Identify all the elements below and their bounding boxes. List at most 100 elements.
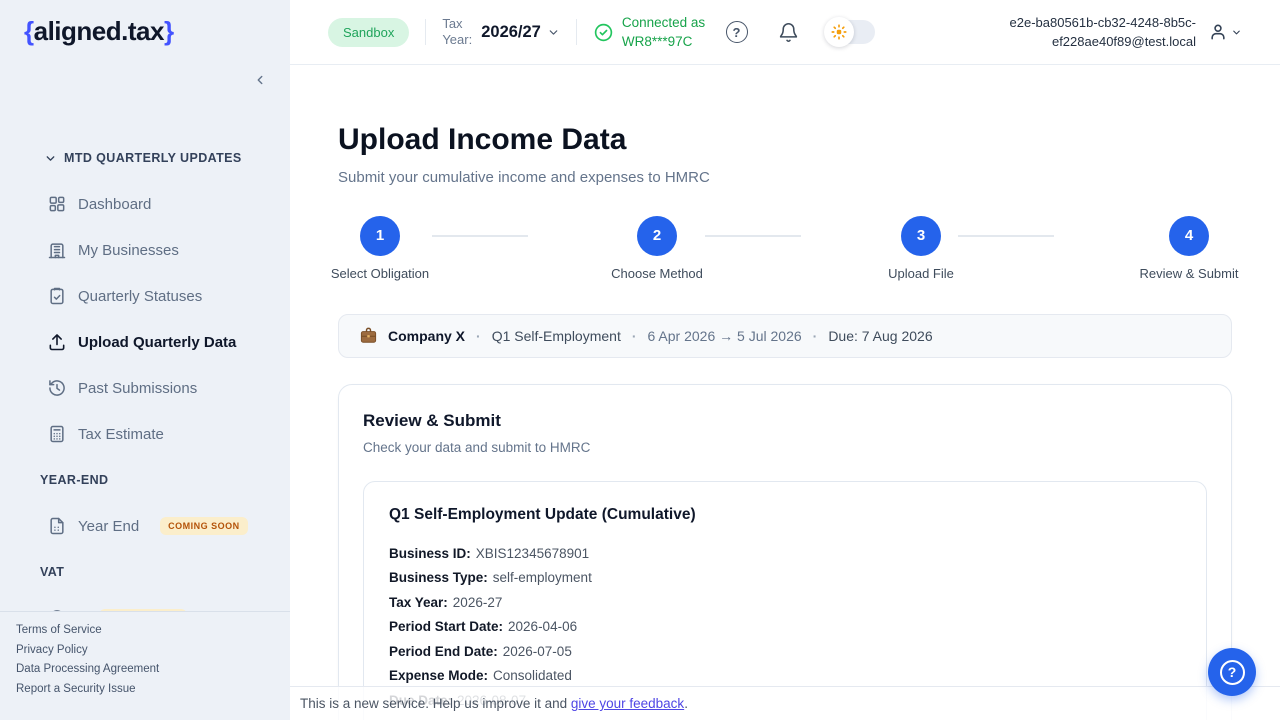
chevron-down-icon [547, 26, 560, 39]
feedback-banner: This is a new service. Help us improve i… [290, 686, 1280, 720]
give-feedback-link[interactable]: give your feedback [571, 696, 684, 711]
sidebar-item-dashboard[interactable]: Dashboard [0, 181, 290, 227]
separator-dot: · [632, 328, 637, 344]
help-button[interactable]: ? [726, 21, 748, 43]
chevron-down-icon [44, 152, 57, 165]
obligation-company-name: Company X [388, 328, 465, 344]
logo-text: aligned.tax [34, 16, 164, 46]
step-connector [432, 235, 528, 237]
summary-field-business-id: Business ID:XBIS12345678901 [389, 542, 1181, 567]
profile-menu-button[interactable] [1208, 22, 1242, 42]
history-icon [47, 378, 67, 398]
obligation-due-date: Due: 7 Aug 2026 [828, 328, 932, 344]
step-2-label: Choose Method [611, 266, 703, 281]
logo-open-brace: { [24, 16, 34, 46]
nav-section-mtd-quarterly-updates[interactable]: MTD QUARTERLY UPDATES [0, 135, 290, 181]
step-connector [705, 235, 801, 237]
upload-icon [47, 332, 67, 352]
separator-dot: · [813, 328, 818, 344]
chevron-left-icon [253, 73, 267, 87]
nav-section-vat: VAT [0, 549, 290, 595]
step-4-circle: 4 [1169, 216, 1209, 256]
summary-field-period-start: Period Start Date:2026-04-06 [389, 615, 1181, 640]
review-submit-card: Review & Submit Check your data and subm… [338, 384, 1232, 720]
account-email: e2e-ba80561b-cb32-4248-8b5c- ef228ae40f8… [1010, 13, 1196, 51]
footer-link-privacy-policy[interactable]: Privacy Policy [16, 641, 274, 661]
summary-field-tax-year: Tax Year:2026-27 [389, 591, 1181, 616]
footer-link-terms-of-service[interactable]: Terms of Service [16, 621, 274, 641]
notifications-button[interactable] [778, 22, 799, 43]
tax-year-value: 2026/27 [481, 23, 541, 42]
nav-section-label: YEAR-END [40, 473, 108, 487]
question-mark-icon: ? [1220, 660, 1245, 685]
sidebar-item-upload-quarterly-data[interactable]: Upload Quarterly Data [0, 319, 290, 365]
obligation-period: 6 Apr 2026 → 5 Jul 2026 [648, 328, 802, 344]
user-icon [1208, 22, 1228, 42]
tax-year-label: Tax Year: [442, 16, 472, 48]
sidebar-footer: Terms of Service Privacy Policy Data Pro… [0, 611, 290, 720]
review-card-subtitle: Check your data and submit to HMRC [363, 440, 1207, 455]
connected-status: Connected as WR8***97C [593, 13, 705, 51]
brand-logo[interactable]: {aligned.tax} [24, 16, 174, 47]
step-1-circle: 1 [360, 216, 400, 256]
step-3-label: Upload File [888, 266, 954, 281]
header-divider [576, 19, 577, 45]
sidebar-item-year-end[interactable]: Year End COMING SOON [0, 503, 290, 549]
sidebar-item-label: My Businesses [78, 242, 179, 259]
sidebar-item-past-submissions[interactable]: Past Submissions [0, 365, 290, 411]
main-content: Upload Income Data Submit your cumulativ… [290, 65, 1280, 720]
obligation-type: Q1 Self-Employment [492, 328, 621, 344]
page-subtitle: Submit your cumulative income and expens… [338, 169, 1232, 186]
sidebar-item-tax-estimate[interactable]: Tax Estimate [0, 411, 290, 457]
review-card-title: Review & Submit [363, 411, 1207, 431]
help-fab-button[interactable]: ? [1208, 648, 1256, 696]
coming-soon-badge: COMING SOON [160, 517, 248, 535]
sidebar-collapse-button[interactable] [253, 70, 273, 90]
logo-close-brace: } [164, 16, 174, 46]
sidebar-item-label: Upload Quarterly Data [78, 334, 236, 351]
sidebar-item-label: Tax Estimate [78, 426, 164, 443]
selected-obligation-bar: Company X · Q1 Self-Employment · 6 Apr 2… [338, 314, 1232, 358]
summary-title: Q1 Self-Employment Update (Cumulative) [389, 506, 1181, 524]
sidebar-item-vat-partial[interactable]: COMING SOON [0, 595, 290, 611]
sun-icon [830, 23, 848, 41]
chevron-down-icon [1231, 27, 1242, 38]
nav-section-label: VAT [40, 565, 64, 579]
quarterly-statuses-icon [47, 286, 67, 306]
question-mark-icon: ? [726, 21, 748, 43]
briefcase-icon [359, 326, 378, 345]
step-4-label: Review & Submit [1140, 266, 1239, 281]
sidebar-nav: MTD QUARTERLY UPDATES Dashboard My Busin… [0, 135, 290, 611]
footer-link-report-security-issue[interactable]: Report a Security Issue [16, 680, 274, 700]
sidebar-item-label: Quarterly Statuses [78, 288, 202, 305]
theme-toggle-knob [824, 17, 854, 47]
step-3-circle: 3 [901, 216, 941, 256]
top-header: Sandbox Tax Year: 2026/27 Connected as W… [290, 0, 1280, 65]
sidebar-item-my-businesses[interactable]: My Businesses [0, 227, 290, 273]
page-title: Upload Income Data [338, 121, 1232, 159]
summary-field-business-type: Business Type:self-employment [389, 566, 1181, 591]
step-2-circle: 2 [637, 216, 677, 256]
nav-section-label: MTD QUARTERLY UPDATES [64, 151, 242, 165]
sandbox-badge: Sandbox [328, 18, 409, 47]
sidebar-item-quarterly-statuses[interactable]: Quarterly Statuses [0, 273, 290, 319]
stepper: 1 Select Obligation 2 Choose Method 3 Up… [338, 216, 1232, 286]
calculator-icon [47, 424, 67, 444]
year-end-icon [47, 516, 67, 536]
theme-toggle[interactable] [827, 20, 875, 44]
bell-icon [778, 22, 799, 43]
tax-year-selector[interactable]: 2026/27 [481, 23, 560, 42]
summary-field-expense-mode: Expense Mode:Consolidated [389, 664, 1181, 689]
sidebar-item-label: Year End [78, 518, 139, 535]
footer-link-data-processing-agreement[interactable]: Data Processing Agreement [16, 660, 274, 680]
sidebar-item-label: Dashboard [78, 196, 151, 213]
step-1-label: Select Obligation [331, 266, 429, 281]
update-summary-card: Q1 Self-Employment Update (Cumulative) B… [363, 481, 1207, 720]
sidebar-item-label: Past Submissions [78, 380, 197, 397]
nav-section-year-end: YEAR-END [0, 457, 290, 503]
check-circle-icon [593, 22, 614, 43]
connected-text: Connected as WR8***97C [622, 13, 705, 51]
header-divider [425, 19, 426, 45]
dashboard-icon [47, 194, 67, 214]
sidebar: {aligned.tax} MTD QUARTERLY UPDATES Dash… [0, 0, 290, 720]
